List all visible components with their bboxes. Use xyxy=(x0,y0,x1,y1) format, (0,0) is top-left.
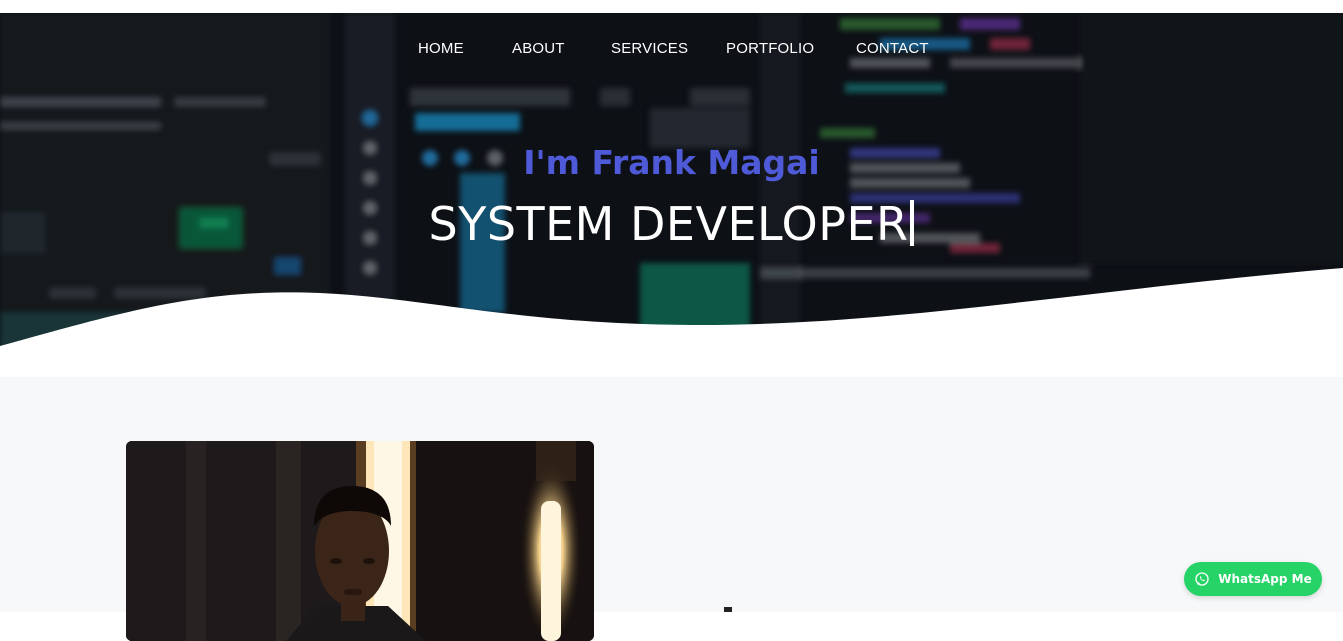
hero-section: HOME ABOUT SERVICES PORTFOLIO CONTACT I'… xyxy=(0,13,1343,377)
about-text-fragment xyxy=(724,607,732,612)
whatsapp-label: WhatsApp Me xyxy=(1218,572,1312,586)
whatsapp-icon xyxy=(1195,572,1209,586)
hero-wave-divider xyxy=(0,268,1343,377)
about-section xyxy=(0,377,1343,641)
profile-photo xyxy=(126,441,594,641)
whatsapp-button[interactable]: WhatsApp Me xyxy=(1184,562,1322,596)
top-strip xyxy=(0,0,1343,13)
